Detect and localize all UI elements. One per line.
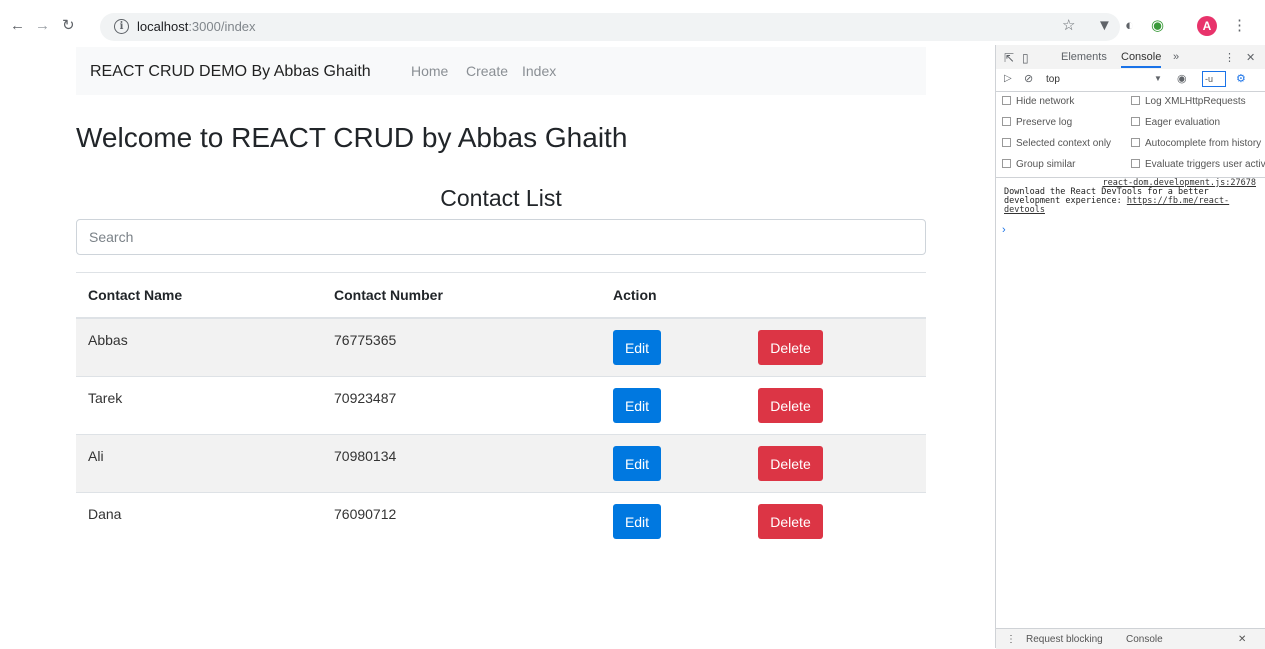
close-icon[interactable]: ✕ bbox=[1246, 51, 1255, 64]
contact-name: Abbas bbox=[88, 331, 128, 348]
setting-autocomplete-history[interactable]: Autocomplete from history bbox=[1131, 138, 1265, 149]
header-contact-number: Contact Number bbox=[322, 272, 601, 319]
console-toolbar: ▷ ⊘ top ▼ ◉ -u ⚙ bbox=[996, 69, 1265, 92]
devtools-panel: ⇱ ▯ Elements Console » ⋮ ✕ ▷ ⊘ top ▼ ◉ -… bbox=[995, 45, 1265, 649]
profile-avatar[interactable]: A bbox=[1197, 16, 1217, 36]
more-tabs-icon[interactable]: » bbox=[1173, 51, 1179, 63]
context-selector[interactable]: top bbox=[1046, 74, 1060, 85]
browser-menu-icon[interactable]: ⋮ bbox=[1232, 17, 1247, 35]
search-input[interactable] bbox=[76, 219, 926, 255]
tab-elements[interactable]: Elements bbox=[1061, 51, 1107, 63]
device-toggle-icon[interactable]: ▯ bbox=[1022, 51, 1029, 65]
drawer-tab-request-blocking[interactable]: Request blocking bbox=[1026, 634, 1103, 645]
setting-label: Preserve log bbox=[1016, 117, 1073, 128]
console-filter-input[interactable]: -u bbox=[1202, 71, 1226, 87]
app-navbar: REACT CRUD DEMO By Abbas Ghaith Home Cre… bbox=[76, 47, 926, 95]
setting-log-xmlhttprequests[interactable]: Log XMLHttpRequests bbox=[1131, 96, 1265, 107]
edit-button[interactable]: Edit bbox=[613, 330, 661, 365]
edit-button[interactable]: Edit bbox=[613, 388, 661, 423]
url-host: localhost bbox=[137, 19, 189, 34]
contacts-table: Contact Name Contact Number Action Abbas… bbox=[76, 272, 926, 550]
live-expression-eye-icon[interactable]: ◉ bbox=[1177, 72, 1187, 85]
setting-label: Hide network bbox=[1016, 96, 1075, 107]
nav-link-index[interactable]: Index bbox=[522, 63, 556, 79]
drawer-close-icon[interactable]: ✕ bbox=[1238, 634, 1246, 645]
bookmark-star-icon[interactable]: ☆ bbox=[1062, 17, 1075, 35]
url-path: :3000/index bbox=[188, 19, 256, 34]
navbar-brand[interactable]: REACT CRUD DEMO By Abbas Ghaith bbox=[90, 63, 371, 81]
contact-name: Tarek bbox=[88, 389, 123, 406]
console-message: react-dom.development.js:27678 Download … bbox=[1004, 179, 1256, 215]
setting-preserve-log[interactable]: Preserve log bbox=[1002, 117, 1122, 128]
edit-button[interactable]: Edit bbox=[613, 446, 661, 481]
tab-console[interactable]: Console bbox=[1121, 51, 1162, 68]
clear-console-icon[interactable]: ⊘ bbox=[1024, 72, 1033, 85]
table-header-row: Contact Name Contact Number Action bbox=[76, 272, 926, 319]
delete-button[interactable]: Delete bbox=[758, 330, 823, 365]
drawer-tab-console[interactable]: Console bbox=[1126, 634, 1163, 645]
drawer-menu-icon[interactable]: ⋮ bbox=[1006, 634, 1016, 645]
chevron-down-icon[interactable]: ▼ bbox=[1154, 74, 1162, 83]
checkbox-icon bbox=[1131, 138, 1140, 147]
checkbox-icon bbox=[1002, 96, 1011, 105]
gear-icon[interactable]: ⚙ bbox=[1236, 72, 1246, 85]
forward-arrow-icon[interactable]: → bbox=[35, 18, 50, 34]
checkbox-icon bbox=[1131, 96, 1140, 105]
checkbox-icon bbox=[1131, 159, 1140, 168]
setting-label: Evaluate triggers user activation bbox=[1145, 159, 1265, 170]
reload-icon[interactable]: ↻ bbox=[62, 18, 75, 34]
contact-name: Dana bbox=[88, 505, 122, 522]
contact-name: Ali bbox=[88, 447, 104, 464]
checkbox-icon bbox=[1002, 138, 1011, 147]
extension-globe-icon[interactable]: ◉ bbox=[1151, 17, 1164, 35]
extension-vue-icon[interactable]: ▼ bbox=[1097, 17, 1112, 35]
inspect-element-icon[interactable]: ⇱ bbox=[1004, 51, 1014, 65]
contact-number: 76090712 bbox=[334, 505, 397, 522]
setting-hide-network[interactable]: Hide network bbox=[1002, 96, 1122, 107]
nav-link-home[interactable]: Home bbox=[411, 63, 448, 79]
nav-link-create[interactable]: Create bbox=[466, 63, 508, 79]
setting-label: Log XMLHttpRequests bbox=[1145, 96, 1246, 107]
contact-number: 70923487 bbox=[334, 389, 397, 406]
devtools-drawer: ⋮ Request blocking Console ✕ bbox=[996, 628, 1265, 649]
setting-evaluate-triggers[interactable]: Evaluate triggers user activation bbox=[1131, 159, 1265, 170]
contact-list-title: Contact List bbox=[440, 185, 562, 211]
checkbox-icon bbox=[1002, 159, 1011, 168]
setting-eager-evaluation[interactable]: Eager evaluation bbox=[1131, 117, 1265, 128]
table-row: Ali 70980134 Edit Delete bbox=[76, 434, 926, 493]
edit-button[interactable]: Edit bbox=[613, 504, 661, 539]
checkbox-icon bbox=[1002, 117, 1011, 126]
console-prompt-icon[interactable]: › bbox=[1002, 224, 1006, 236]
delete-button[interactable]: Delete bbox=[758, 446, 823, 481]
table-row: Abbas 76775365 Edit Delete bbox=[76, 317, 926, 377]
checkbox-icon bbox=[1131, 117, 1140, 126]
header-contact-name: Contact Name bbox=[76, 272, 322, 319]
table-row: Tarek 70923487 Edit Delete bbox=[76, 376, 926, 435]
url-text[interactable]: localhost:3000/index bbox=[137, 19, 256, 34]
page-title: Welcome to REACT CRUD by Abbas Ghaith bbox=[76, 122, 628, 153]
setting-label: Autocomplete from history bbox=[1145, 138, 1262, 149]
delete-button[interactable]: Delete bbox=[758, 504, 823, 539]
extension-circle-icon[interactable]: ◐ bbox=[1125, 17, 1134, 35]
devtools-menu-icon[interactable]: ⋮ bbox=[1224, 51, 1235, 64]
header-empty bbox=[746, 272, 926, 319]
info-icon[interactable]: i bbox=[114, 19, 129, 34]
setting-selected-context-only[interactable]: Selected context only bbox=[1002, 138, 1122, 149]
setting-group-similar[interactable]: Group similar bbox=[1002, 159, 1122, 170]
setting-label: Eager evaluation bbox=[1145, 117, 1221, 128]
sidebar-toggle-icon[interactable]: ▷ bbox=[1004, 73, 1012, 84]
devtools-tabbar: ⇱ ▯ Elements Console » ⋮ ✕ bbox=[996, 45, 1265, 70]
setting-label: Selected context only bbox=[1016, 138, 1112, 149]
setting-label: Group similar bbox=[1016, 159, 1076, 170]
back-arrow-icon[interactable]: ← bbox=[10, 18, 25, 34]
delete-button[interactable]: Delete bbox=[758, 388, 823, 423]
contact-number: 76775365 bbox=[334, 331, 397, 348]
contact-number: 70980134 bbox=[334, 447, 397, 464]
console-settings: Hide network Log XMLHttpRequests Preserv… bbox=[996, 91, 1265, 178]
header-action: Action bbox=[601, 272, 746, 319]
table-row: Dana 76090712 Edit Delete bbox=[76, 492, 926, 550]
